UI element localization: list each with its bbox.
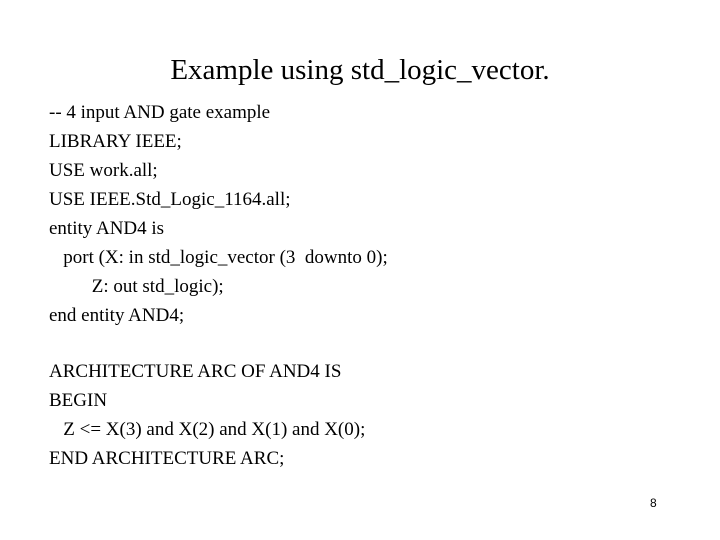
slide-title: Example using std_logic_vector. [170, 54, 550, 86]
code-line-library: LIBRARY IEEE; [49, 131, 182, 152]
code-line-use-ieee: USE IEEE.Std_Logic_1164.all; [49, 189, 291, 210]
code-line-entity: entity AND4 is [49, 218, 165, 239]
code-line-port-z: Z: out std_logic); [49, 276, 224, 297]
slide-number: 8 [650, 496, 657, 510]
code-line-end-entity: end entity AND4; [49, 305, 185, 326]
code-line-assignment: Z <= X(3) and X(2) and X(1) and X(0); [49, 419, 366, 440]
code-line-architecture: ARCHITECTURE ARC OF AND4 IS [49, 361, 342, 382]
code-line-end-architecture: END ARCHITECTURE ARC; [49, 448, 285, 469]
code-line-comment: -- 4 input AND gate example [49, 102, 271, 123]
code-line-use-work: USE work.all; [49, 160, 158, 181]
code-line-port-x: port (X: in std_logic_vector (3 downto 0… [49, 247, 388, 268]
code-line-begin: BEGIN [49, 390, 108, 411]
